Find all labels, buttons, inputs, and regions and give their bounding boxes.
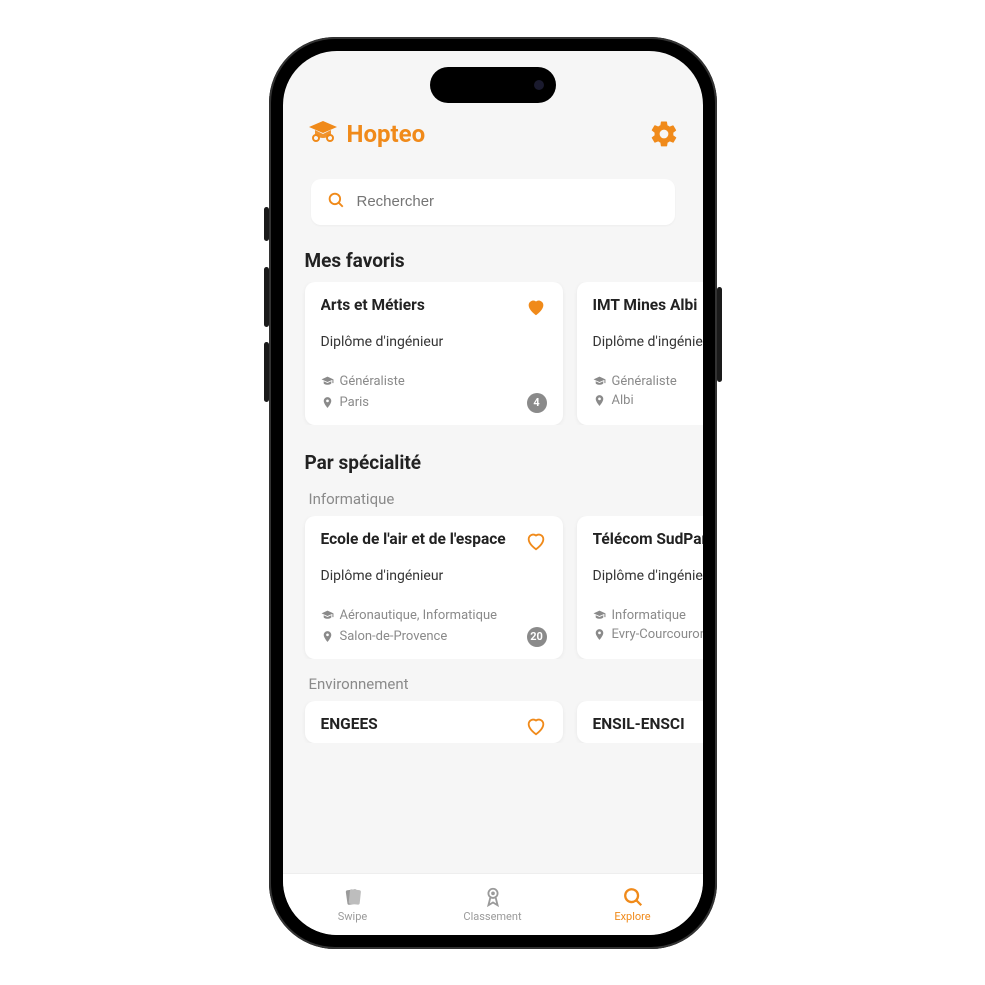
location-pin-icon (593, 628, 606, 641)
tab-label: Swipe (338, 910, 367, 923)
school-card[interactable]: Ecole de l'air et de l'espace Diplôme d'… (305, 516, 563, 659)
location-pin-icon (321, 630, 334, 643)
favorite-toggle[interactable] (525, 296, 547, 318)
card-location: Salon-de-Provence (340, 629, 448, 644)
card-diploma: Diplôme d'ingénieur (593, 568, 703, 584)
favorite-card[interactable]: Arts et Métiers Diplôme d'ingénieur Géné… (305, 282, 563, 425)
card-badge: 4 (527, 393, 547, 413)
settings-button[interactable] (649, 119, 679, 149)
speciality-group-label: Environnement (283, 669, 703, 701)
heart-outline-icon (525, 530, 547, 552)
favorites-row[interactable]: Arts et Métiers Diplôme d'ingénieur Géné… (283, 282, 703, 425)
card-speciality: Généraliste (340, 374, 405, 389)
card-speciality: Informatique (612, 608, 686, 623)
tab-label: Classement (463, 910, 521, 923)
card-location: Evry-Courcouronnes (612, 627, 703, 642)
informatique-row[interactable]: Ecole de l'air et de l'espace Diplôme d'… (283, 516, 703, 659)
card-location: Albi (612, 393, 634, 408)
search-bar[interactable] (311, 179, 675, 225)
card-title: Télécom SudParis (593, 530, 703, 549)
search-input[interactable] (357, 193, 659, 210)
phone-frame: Hopteo Mes favoris Ar (269, 37, 717, 949)
card-diploma: Diplôme d'ingénieur (321, 568, 547, 584)
card-title: Arts et Métiers (321, 296, 425, 315)
brand-logo-icon (307, 119, 339, 149)
card-speciality: Aéronautique, Informatique (340, 608, 498, 623)
heart-filled-icon (525, 296, 547, 318)
tab-explore[interactable]: Explore (563, 874, 703, 935)
brand: Hopteo (307, 119, 426, 149)
tab-label: Explore (614, 910, 650, 923)
card-title: ENSIL-ENSCI (593, 715, 685, 734)
location-pin-icon (593, 394, 606, 407)
speciality-group-label: Informatique (283, 484, 703, 516)
card-title: IMT Mines Albi (593, 296, 698, 315)
favorite-toggle[interactable] (525, 715, 547, 737)
cards-icon (342, 886, 364, 908)
dynamic-island (430, 67, 556, 103)
phone-power-button (717, 287, 722, 382)
bottom-nav: Swipe Classement Explore (283, 873, 703, 935)
brand-name: Hopteo (347, 120, 426, 148)
search-icon (622, 886, 644, 908)
school-card[interactable]: ENSIL-ENSCI (577, 701, 703, 743)
location-pin-icon (321, 396, 334, 409)
card-location: Paris (340, 395, 369, 410)
scroll-fade (283, 867, 703, 873)
heart-outline-icon (525, 715, 547, 737)
card-diploma: Diplôme d'ingénieur (593, 334, 703, 350)
gear-icon (649, 119, 679, 149)
favorite-toggle[interactable] (525, 530, 547, 552)
phone-side-button (264, 207, 269, 241)
graduation-cap-icon (593, 609, 606, 622)
search-icon (327, 191, 345, 213)
favorite-card[interactable]: IMT Mines Albi Diplôme d'ingénieur Génér… (577, 282, 703, 425)
school-card[interactable]: Télécom SudParis Diplôme d'ingénieur Inf… (577, 516, 703, 659)
card-diploma: Diplôme d'ingénieur (321, 334, 547, 350)
tab-classement[interactable]: Classement (423, 874, 563, 935)
environnement-row[interactable]: ENGEES ENSIL-ENSCI (283, 701, 703, 743)
speciality-heading: Par spécialité (283, 437, 703, 484)
graduation-cap-icon (593, 375, 606, 388)
phone-volume-up (264, 267, 269, 327)
graduation-cap-icon (321, 609, 334, 622)
scroll-area[interactable]: Mes favoris Arts et Métiers Diplôme d'in… (283, 235, 703, 873)
school-card[interactable]: ENGEES (305, 701, 563, 743)
card-title: ENGEES (321, 715, 378, 734)
graduation-cap-icon (321, 375, 334, 388)
tab-swipe[interactable]: Swipe (283, 874, 423, 935)
card-badge: 20 (527, 627, 547, 647)
favorites-heading: Mes favoris (283, 235, 703, 282)
phone-volume-down (264, 342, 269, 402)
medal-icon (482, 886, 504, 908)
screen: Hopteo Mes favoris Ar (283, 51, 703, 935)
card-title: Ecole de l'air et de l'espace (321, 530, 506, 549)
app: Hopteo Mes favoris Ar (283, 51, 703, 935)
card-speciality: Généraliste (612, 374, 677, 389)
